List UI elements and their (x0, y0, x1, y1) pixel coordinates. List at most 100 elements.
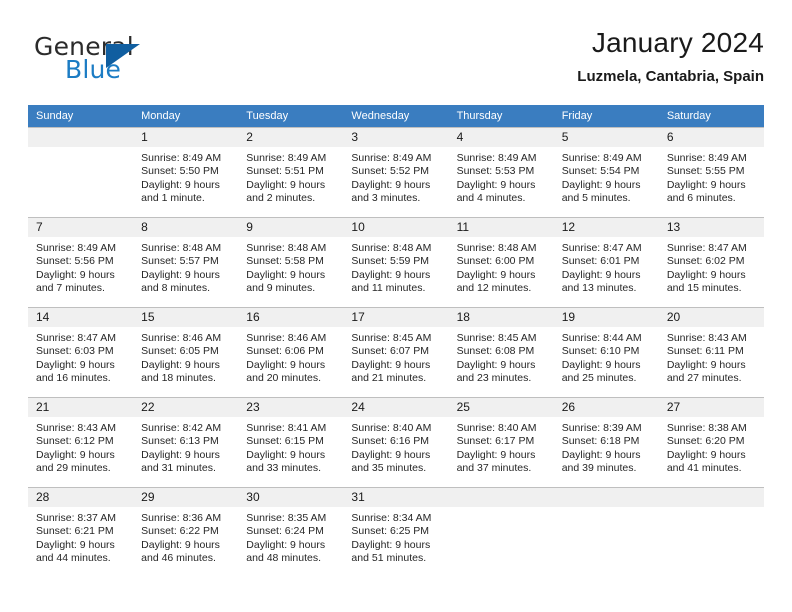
daylight-text-line2: and 6 minutes. (666, 192, 736, 205)
title-block: January 2024 Luzmela, Cantabria, Spain (577, 26, 764, 86)
sunset-text: Sunset: 5:51 PM (246, 165, 324, 178)
weekday-header-monday: Monday (133, 105, 239, 127)
brand-name-blue: Blue (65, 55, 122, 84)
day-cell[interactable]: 30 Sunrise: 8:35 AM Sunset: 6:24 PM Dayligh… (238, 487, 344, 577)
day-cell[interactable]: 31 Sunrise: 8:34 AM Sunset: 6:25 PM Dayligh… (343, 487, 449, 577)
day-cell[interactable]: 25 Sunrise: 8:40 AM Sunset: 6:17 PM Dayligh… (448, 397, 554, 487)
sunrise-text: Sunrise: 8:35 AM (246, 512, 327, 524)
day-cell[interactable]: 26 Sunrise: 8:39 AM Sunset: 6:18 PM Dayligh… (553, 397, 659, 487)
day-cell[interactable]: 28 Sunrise: 8:37 AM Sunset: 6:21 PM Dayligh… (28, 487, 134, 577)
day-number: 27 (658, 398, 764, 417)
day-cell[interactable]: 2 Sunrise: 8:49 AM Sunset: 5:51 PM Daylight… (238, 127, 344, 217)
day-number: 12 (553, 218, 659, 237)
day-cell[interactable]: 22 Sunrise: 8:42 AM Sunset: 6:13 PM Dayligh… (133, 397, 239, 487)
daylight-text-line1: Daylight: 9 hours (246, 448, 326, 461)
sunrise-text: Sunrise: 8:45 AM (456, 332, 537, 344)
day-number: 6 (658, 128, 764, 147)
calendar-cell: 3 Sunrise: 8:49 AM Sunset: 5:52 PM Daylight… (343, 127, 449, 217)
daylight-text-line2: and 1 minute. (141, 192, 205, 205)
sunrise-text: Sunrise: 8:48 AM (351, 242, 432, 254)
daylight-text-line1: Daylight: 9 hours (456, 358, 536, 371)
daylight-text-line2: and 13 minutes. (561, 282, 637, 295)
day-number (553, 488, 659, 507)
daylight-text-line2: and 5 minutes. (561, 192, 631, 205)
day-cell[interactable]: 21 Sunrise: 8:43 AM Sunset: 6:12 PM Dayligh… (28, 397, 134, 487)
calendar-cell (448, 487, 554, 577)
sunrise-text: Sunrise: 8:43 AM (36, 422, 116, 434)
day-number: 18 (448, 308, 554, 327)
brand-logo[interactable]: General Blue (34, 32, 244, 90)
sunset-text: Sunset: 6:01 PM (561, 255, 640, 268)
day-cell[interactable]: 11 Sunrise: 8:48 AM Sunset: 6:00 PM Dayligh… (448, 217, 554, 307)
sunset-text: Sunset: 5:55 PM (666, 165, 745, 178)
sunrise-text: Sunrise: 8:45 AM (351, 332, 432, 344)
day-cell-empty (28, 127, 134, 217)
day-cell[interactable]: 18 Sunrise: 8:45 AM Sunset: 6:08 PM Dayligh… (448, 307, 554, 397)
sunrise-text: Sunrise: 8:44 AM (561, 332, 642, 344)
day-number: 14 (28, 308, 134, 327)
day-cell[interactable]: 29 Sunrise: 8:36 AM Sunset: 6:22 PM Dayligh… (133, 487, 239, 577)
day-number: 2 (238, 128, 344, 147)
day-cell[interactable]: 5 Sunrise: 8:49 AM Sunset: 5:54 PM Daylight… (553, 127, 659, 217)
day-cell[interactable]: 23 Sunrise: 8:41 AM Sunset: 6:15 PM Dayligh… (238, 397, 344, 487)
sunrise-text: Sunrise: 8:49 AM (141, 152, 222, 164)
sunrise-text: Sunrise: 8:49 AM (36, 242, 116, 254)
calendar-cell: 8 Sunrise: 8:48 AM Sunset: 5:57 PM Daylight… (133, 217, 239, 307)
day-number: 29 (133, 488, 239, 507)
day-number: 1 (133, 128, 239, 147)
day-cell[interactable]: 17 Sunrise: 8:45 AM Sunset: 6:07 PM Dayligh… (343, 307, 449, 397)
sunset-text: Sunset: 5:50 PM (141, 165, 219, 178)
day-cell[interactable]: 10 Sunrise: 8:48 AM Sunset: 5:59 PM Dayligh… (343, 217, 449, 307)
sunrise-text: Sunrise: 8:49 AM (561, 152, 642, 164)
day-cell[interactable]: 12 Sunrise: 8:47 AM Sunset: 6:01 PM Dayligh… (553, 217, 659, 307)
daylight-text-line1: Daylight: 9 hours (36, 538, 115, 551)
daylight-text-line2: and 37 minutes. (456, 462, 532, 475)
day-details: Sunrise: 8:37 AM Sunset: 6:21 PM Daylight:… (28, 507, 133, 566)
sunset-text: Sunset: 6:02 PM (666, 255, 745, 268)
day-cell[interactable]: 19 Sunrise: 8:44 AM Sunset: 6:10 PM Dayligh… (553, 307, 659, 397)
sunrise-text: Sunrise: 8:49 AM (351, 152, 432, 164)
day-cell[interactable]: 4 Sunrise: 8:49 AM Sunset: 5:53 PM Daylight… (448, 127, 554, 217)
day-cell[interactable]: 8 Sunrise: 8:48 AM Sunset: 5:57 PM Daylight… (133, 217, 239, 307)
daylight-text-line2: and 31 minutes. (141, 462, 216, 475)
day-cell[interactable]: 27 Sunrise: 8:38 AM Sunset: 6:20 PM Dayligh… (658, 397, 764, 487)
day-number: 5 (553, 128, 659, 147)
day-details: Sunrise: 8:49 AM Sunset: 5:56 PM Daylight:… (28, 237, 133, 296)
day-cell[interactable]: 3 Sunrise: 8:49 AM Sunset: 5:52 PM Daylight… (343, 127, 449, 217)
daylight-text-line1: Daylight: 9 hours (351, 178, 431, 191)
daylight-text-line2: and 9 minutes. (246, 282, 316, 295)
daylight-text-line1: Daylight: 9 hours (36, 358, 115, 371)
day-details: Sunrise: 8:47 AM Sunset: 6:02 PM Daylight:… (659, 237, 764, 296)
day-details: Sunrise: 8:45 AM Sunset: 6:07 PM Daylight:… (343, 327, 448, 386)
sunset-text: Sunset: 6:07 PM (351, 345, 430, 358)
sunset-text: Sunset: 6:18 PM (561, 435, 640, 448)
day-cell[interactable]: 9 Sunrise: 8:48 AM Sunset: 5:58 PM Daylight… (238, 217, 344, 307)
day-number: 3 (343, 128, 449, 147)
sunset-text: Sunset: 6:21 PM (36, 525, 114, 538)
calendar-cell: 29 Sunrise: 8:36 AM Sunset: 6:22 PM Dayligh… (133, 487, 239, 577)
sunrise-text: Sunrise: 8:47 AM (666, 242, 747, 254)
sunset-text: Sunset: 5:59 PM (351, 255, 430, 268)
day-cell[interactable]: 15 Sunrise: 8:46 AM Sunset: 6:05 PM Dayligh… (133, 307, 239, 397)
day-cell[interactable]: 6 Sunrise: 8:49 AM Sunset: 5:55 PM Daylight… (658, 127, 764, 217)
sunset-text: Sunset: 6:08 PM (456, 345, 535, 358)
calendar-cell: 16 Sunrise: 8:46 AM Sunset: 6:06 PM Dayligh… (238, 307, 344, 397)
day-cell[interactable]: 7 Sunrise: 8:49 AM Sunset: 5:56 PM Daylight… (28, 217, 134, 307)
day-cell[interactable]: 1 Sunrise: 8:49 AM Sunset: 5:50 PM Daylight… (133, 127, 239, 217)
day-cell[interactable]: 24 Sunrise: 8:40 AM Sunset: 6:16 PM Dayligh… (343, 397, 449, 487)
sunset-text: Sunset: 6:06 PM (246, 345, 324, 358)
sunrise-text: Sunrise: 8:49 AM (456, 152, 537, 164)
daylight-text-line1: Daylight: 9 hours (561, 178, 641, 191)
day-cell[interactable]: 14 Sunrise: 8:47 AM Sunset: 6:03 PM Dayligh… (28, 307, 134, 397)
day-number (658, 488, 764, 507)
daylight-text-line2: and 3 minutes. (351, 192, 421, 205)
day-details: Sunrise: 8:43 AM Sunset: 6:11 PM Daylight:… (659, 327, 764, 386)
day-cell[interactable]: 20 Sunrise: 8:43 AM Sunset: 6:11 PM Dayligh… (658, 307, 764, 397)
day-number: 15 (133, 308, 239, 327)
daylight-text-line1: Daylight: 9 hours (351, 268, 431, 281)
daylight-text-line2: and 11 minutes. (351, 282, 426, 295)
daylight-text-line1: Daylight: 9 hours (141, 538, 220, 551)
day-cell[interactable]: 13 Sunrise: 8:47 AM Sunset: 6:02 PM Dayligh… (658, 217, 764, 307)
day-cell[interactable]: 16 Sunrise: 8:46 AM Sunset: 6:06 PM Dayligh… (238, 307, 344, 397)
daylight-text-line1: Daylight: 9 hours (141, 268, 220, 281)
